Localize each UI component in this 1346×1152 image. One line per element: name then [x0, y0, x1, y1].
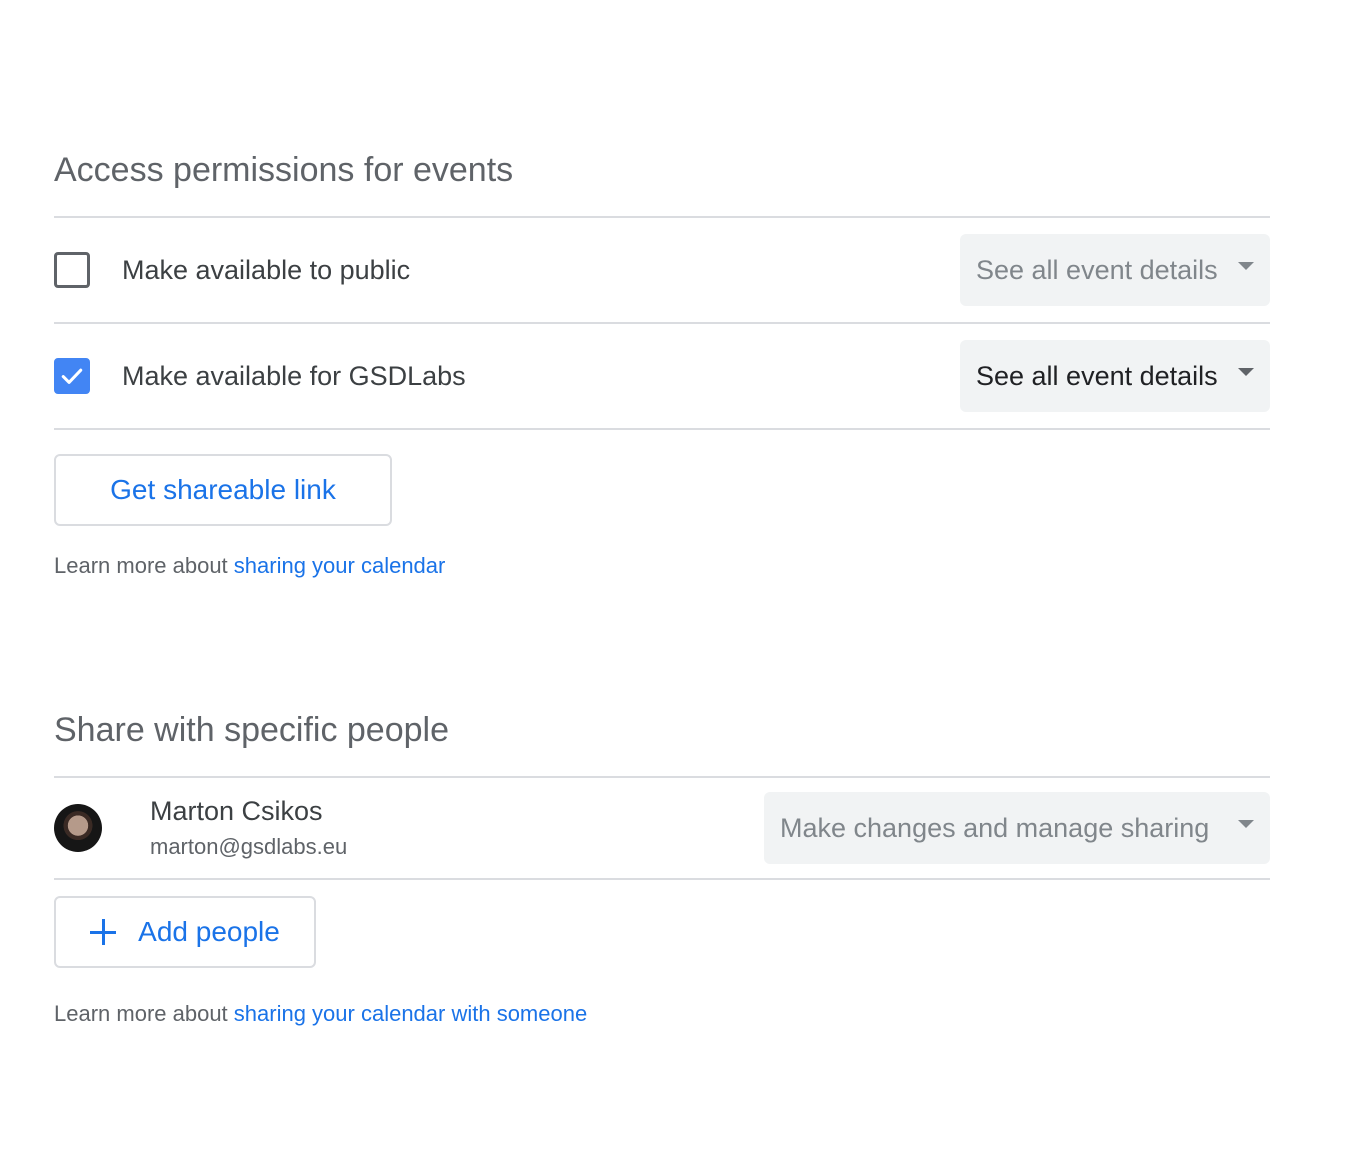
public-checkbox[interactable]	[54, 252, 90, 288]
divider	[54, 878, 1270, 880]
person-email: marton@gsdlabs.eu	[150, 834, 348, 859]
caret-down-icon	[1238, 262, 1254, 270]
caret-down-icon	[1238, 368, 1254, 376]
public-permission-value: See all event details	[976, 254, 1218, 285]
plus-icon	[90, 919, 117, 945]
org-permission-value: See all event details	[976, 360, 1218, 391]
add-people-label: Add people	[138, 916, 280, 947]
person-row: Marton Csikos marton@gsdlabs.eu Make cha…	[54, 778, 1270, 878]
access-permissions-title: Access permissions for events	[54, 151, 514, 189]
person-info: Marton Csikos marton@gsdlabs.eu	[150, 794, 764, 862]
person-name: Marton Csikos	[150, 796, 323, 826]
avatar	[54, 804, 102, 852]
org-permission-select[interactable]: See all event details	[960, 340, 1270, 412]
public-permission-select[interactable]: See all event details	[960, 234, 1270, 306]
org-availability-row: Make available for GSDLabs See all event…	[54, 324, 1270, 428]
public-label: Make available to public	[122, 254, 411, 285]
sharing-calendar-someone-link[interactable]: sharing your calendar with someone	[234, 1001, 587, 1026]
get-shareable-link-button[interactable]: Get shareable link	[54, 454, 392, 526]
learn-more-prefix: Learn more about	[54, 553, 234, 578]
public-availability-row: Make available to public See all event d…	[54, 218, 1270, 322]
learn-more-sharing-someone: Learn more about sharing your calendar w…	[54, 1000, 587, 1028]
org-checkbox[interactable]	[54, 358, 90, 394]
share-people-title: Share with specific people	[54, 711, 450, 749]
caret-down-icon	[1238, 820, 1254, 828]
person-permission-value: Make changes and manage sharing	[780, 812, 1210, 843]
sharing-calendar-link[interactable]: sharing your calendar	[234, 553, 446, 578]
divider	[54, 428, 1270, 430]
add-people-button[interactable]: Add people	[54, 896, 316, 968]
learn-more-prefix: Learn more about	[54, 1001, 234, 1026]
person-permission-select[interactable]: Make changes and manage sharing	[764, 792, 1270, 864]
check-icon	[61, 368, 83, 384]
learn-more-sharing: Learn more about sharing your calendar	[54, 552, 445, 580]
org-label: Make available for GSDLabs	[122, 360, 466, 391]
